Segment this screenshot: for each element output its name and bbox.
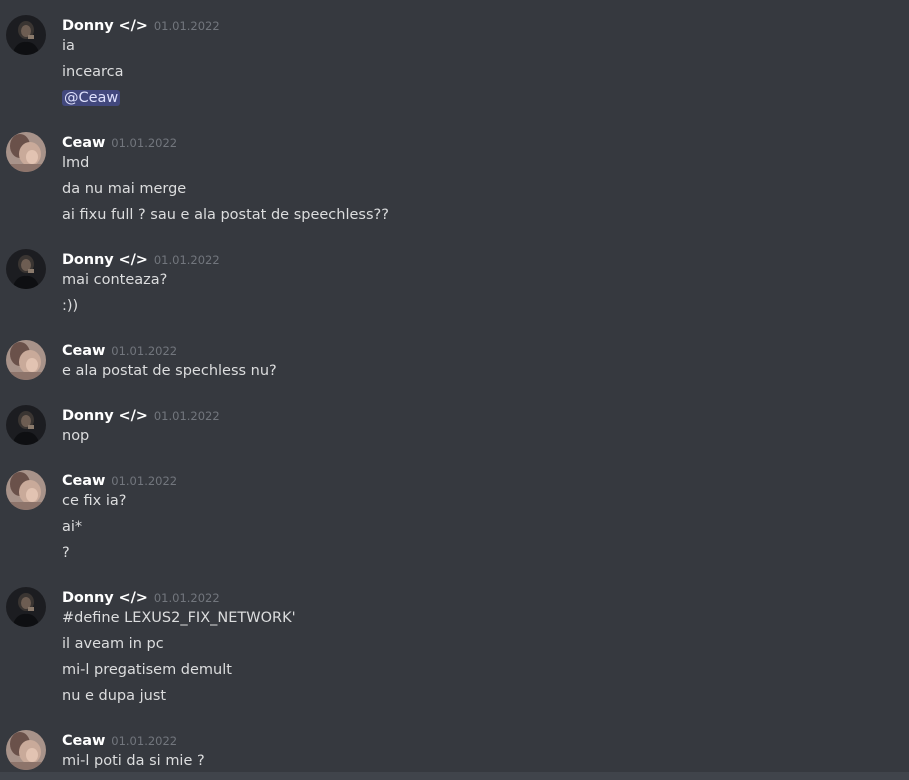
message-text: :)) [62, 298, 79, 314]
username[interactable]: Donny </> [62, 590, 148, 606]
message-header: Donny </> 01.01.2022 [62, 587, 220, 609]
timestamp: 01.01.2022 [153, 19, 220, 33]
message-text: lmd [62, 155, 90, 171]
timestamp: 01.01.2022 [111, 474, 178, 488]
message-text: ai fixu full ? sau e ala postat de speec… [62, 207, 389, 223]
user-mention[interactable]: @Ceaw [62, 90, 121, 106]
message-text: e ala postat de spechless nu? [62, 363, 277, 379]
message-text: ? [62, 545, 70, 561]
message-text: incearca [62, 64, 124, 80]
message-header: Ceaw 01.01.2022 [62, 730, 177, 752]
timestamp: 01.01.2022 [153, 591, 220, 605]
avatar-ceaw[interactable] [6, 132, 46, 172]
message-text: @Ceaw [62, 88, 121, 108]
message-text: #define LEXUS2_FIX_NETWORK' [62, 610, 296, 626]
message-header: Donny </> 01.01.2022 [62, 15, 220, 37]
message-text: ai* [62, 519, 83, 535]
avatar-ceaw[interactable] [6, 470, 46, 510]
timestamp: 01.01.2022 [153, 409, 220, 423]
message-text: mai conteaza? [62, 272, 168, 288]
message-text: mi-l poti da si mie ? [62, 753, 205, 769]
timestamp: 01.01.2022 [153, 253, 220, 267]
message-text: nop [62, 428, 90, 444]
timestamp: 01.01.2022 [111, 734, 178, 748]
avatar-donny[interactable] [6, 15, 46, 55]
username[interactable]: Donny </> [62, 408, 148, 424]
username[interactable]: Ceaw [62, 473, 105, 489]
username[interactable]: Ceaw [62, 343, 105, 359]
username[interactable]: Donny </> [62, 252, 148, 268]
message-text: mi-l pregatisem demult [62, 662, 232, 678]
message-header: Donny </> 01.01.2022 [62, 405, 220, 427]
message-input-edge [0, 772, 909, 780]
username[interactable]: Donny </> [62, 18, 148, 34]
timestamp: 01.01.2022 [111, 344, 178, 358]
message-text: nu e dupa just [62, 688, 167, 704]
chat-message-list: Donny </> 01.01.2022 ia incearca @Ceaw Ce… [0, 0, 909, 780]
message-header: Ceaw 01.01.2022 [62, 470, 177, 492]
message-text: ia [62, 38, 75, 54]
username[interactable]: Ceaw [62, 733, 105, 749]
username[interactable]: Ceaw [62, 135, 105, 151]
avatar-donny[interactable] [6, 405, 46, 445]
message-text: il aveam in pc [62, 636, 164, 652]
avatar-ceaw[interactable] [6, 340, 46, 380]
message-header: Donny </> 01.01.2022 [62, 249, 220, 271]
avatar-ceaw[interactable] [6, 730, 46, 770]
message-header: Ceaw 01.01.2022 [62, 132, 177, 154]
avatar-donny[interactable] [6, 587, 46, 627]
avatar-donny[interactable] [6, 249, 46, 289]
message-header: Ceaw 01.01.2022 [62, 340, 177, 362]
message-text: ce fix ia? [62, 493, 127, 509]
timestamp: 01.01.2022 [111, 136, 178, 150]
message-text: da nu mai merge [62, 181, 187, 197]
